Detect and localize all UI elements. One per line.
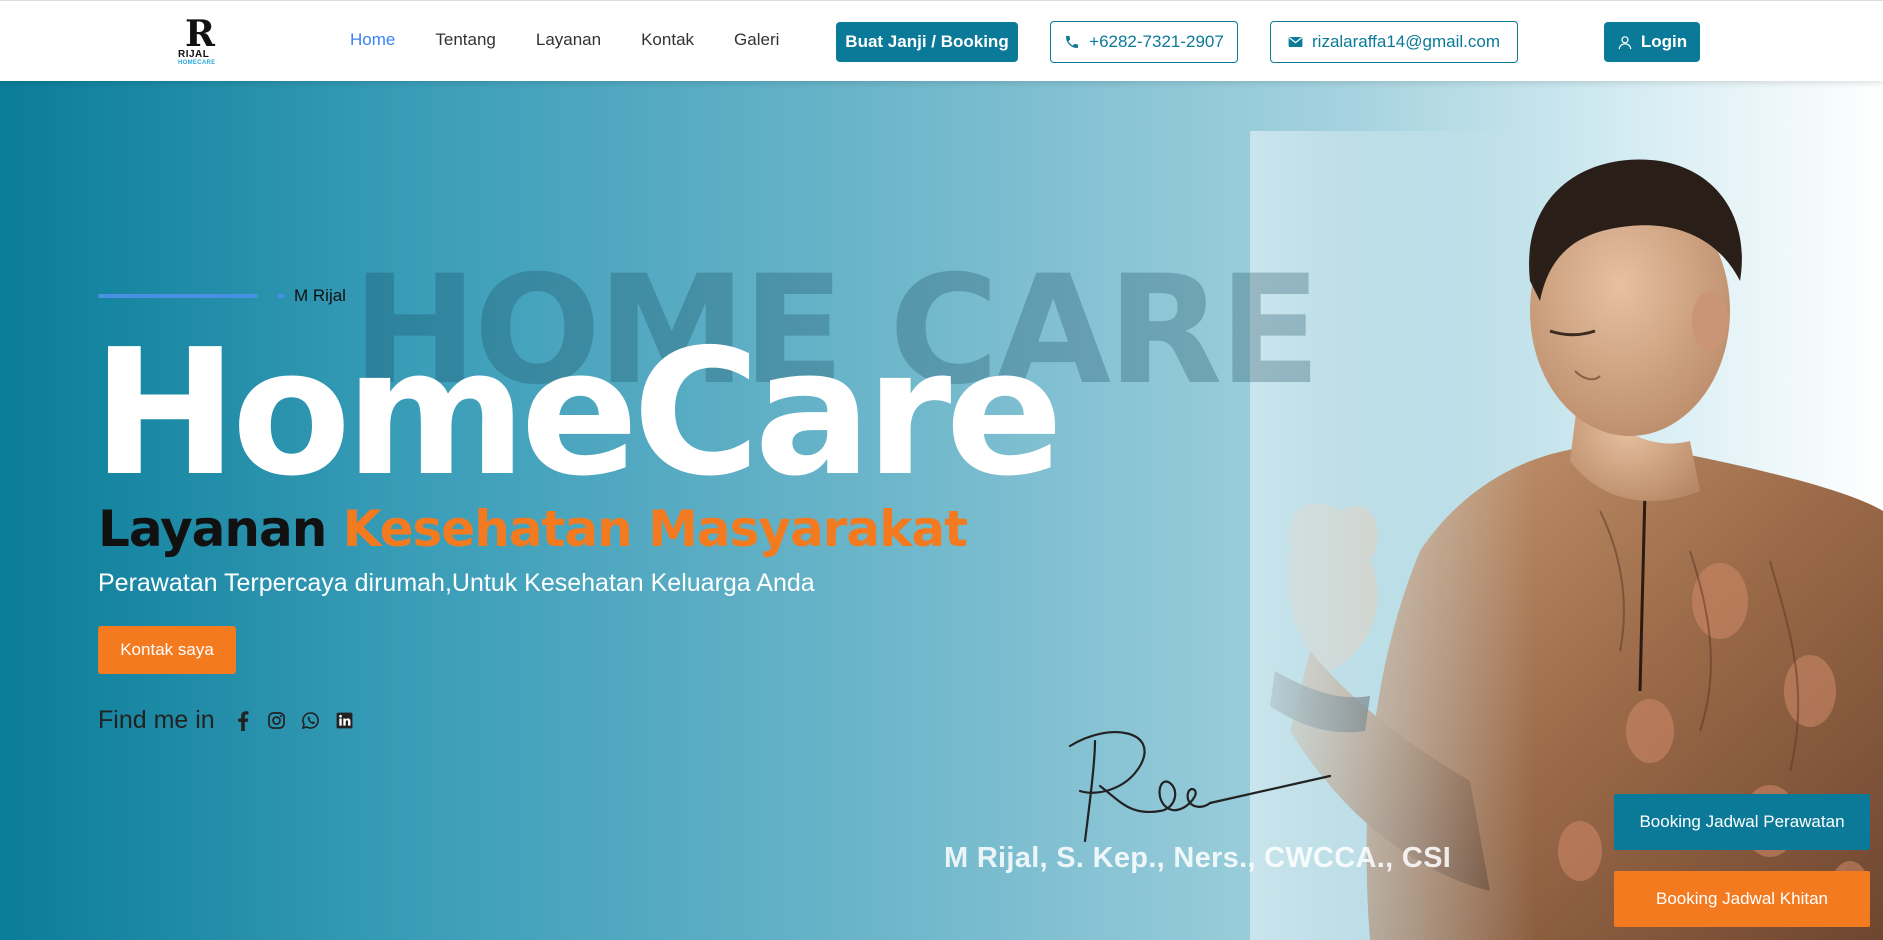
hero-title: HomeCare (92, 312, 1063, 515)
linkedin-icon[interactable] (335, 711, 355, 731)
booking-button[interactable]: Buat Janji / Booking (836, 22, 1018, 62)
main-nav: Home Tentang Layanan Kontak Galeri (350, 30, 819, 50)
logo-mark: R (185, 13, 215, 55)
find-me: Find me in (98, 706, 355, 735)
booking-perawatan-button[interactable]: Booking Jadwal Perawatan (1614, 794, 1870, 850)
login-label: Login (1640, 32, 1688, 51)
subtitle-dark: Layanan (98, 500, 327, 558)
contact-button[interactable]: Kontak saya (98, 626, 236, 674)
email-address: rizalaraffa14@gmail.com (1312, 32, 1500, 51)
tag-line (98, 294, 258, 298)
logo[interactable]: R RIJAL HOMECARE (175, 16, 225, 68)
signature-image (1068, 731, 1332, 843)
user-icon (1617, 34, 1633, 51)
email-button[interactable]: rizalaraffa14@gmail.com (1270, 21, 1518, 63)
phone-number: +6282-7321-2907 (1089, 32, 1224, 51)
hero-subtitle: Layanan Kesehatan Masyarakat (98, 499, 968, 559)
logo-sub: HOMECARE (178, 60, 216, 66)
booking-khitan-button[interactable]: Booking Jadwal Khitan (1614, 871, 1870, 927)
logo-name: RIJAL (178, 49, 210, 60)
mail-icon (1288, 36, 1303, 48)
login-button[interactable]: Login (1604, 22, 1700, 62)
find-me-label: Find me in (98, 706, 215, 734)
tag-name: M Rijal (294, 286, 346, 305)
nav-tentang[interactable]: Tentang (435, 30, 496, 50)
subtitle-orange: Kesehatan Masyarakat (342, 500, 968, 558)
hero-tagline: Perawatan Terpercaya dirumah,Untuk Keseh… (98, 569, 815, 597)
nav-kontak[interactable]: Kontak (641, 30, 694, 50)
instagram-icon[interactable] (267, 711, 287, 731)
phone-button[interactable]: +6282-7321-2907 (1050, 21, 1238, 63)
nav-layanan[interactable]: Layanan (536, 30, 601, 50)
site-header: R RIJAL HOMECARE Home Tentang Layanan Ko… (0, 0, 1883, 81)
phone-icon (1064, 34, 1080, 50)
nav-galeri[interactable]: Galeri (734, 30, 779, 50)
facebook-icon[interactable] (233, 710, 253, 731)
signature-name: M Rijal, S. Kep., Ners., CWCCA., CSI (944, 842, 1452, 874)
tag-dot (278, 294, 285, 298)
nav-home[interactable]: Home (350, 30, 395, 50)
hero-section: HOME CARE M Rijal HomeCare Layanan Keseh… (0, 81, 1883, 940)
whatsapp-icon[interactable] (301, 711, 321, 731)
